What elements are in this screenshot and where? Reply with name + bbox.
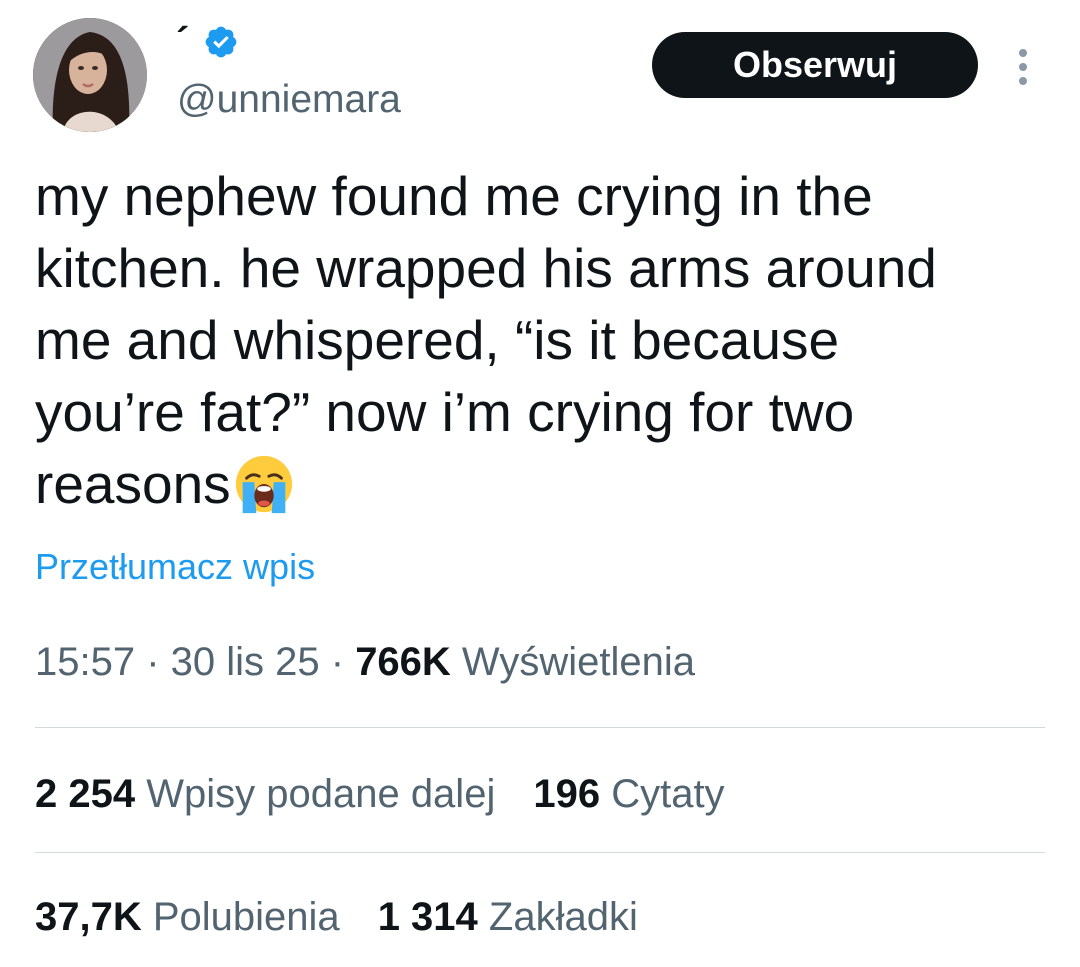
follow-button[interactable]: Obserwuj [652,32,978,98]
quotes-label: Cytaty [600,772,725,816]
reposts-stat[interactable]: 2 254 Wpisy podane dalej [35,772,495,817]
tweet-line: my nephew found me crying in the [35,165,873,227]
loudly-crying-face-emoji [233,453,295,515]
tweet-date[interactable]: 30 lis 25 [171,640,320,684]
likes-count: 37,7K [35,895,142,939]
stats-row-likes: 37,7K Polubienia 1 314 Zakładki [35,895,638,940]
author-name-row: ´ [176,22,239,62]
views-count: 766K [355,640,451,684]
tweet-line: me and whispered, “is it because [35,309,840,371]
tweet-line: kitchen. he wrapped his arms around [35,237,937,299]
views-label: Wyświetlenia [450,640,695,684]
divider [35,727,1045,728]
meta-separator: · [135,640,171,684]
likes-label: Polubienia [141,895,340,939]
tweet-meta: 15:57 · 30 lis 25 · 766K Wyświetlenia [35,640,695,685]
quotes-count: 196 [533,772,601,816]
tweet-time[interactable]: 15:57 [35,640,135,684]
translate-link[interactable]: Przetłumacz wpis [35,546,315,588]
bookmarks-stat[interactable]: 1 314 Zakładki [378,895,638,940]
stats-row-reposts: 2 254 Wpisy podane dalej 196 Cytaty [35,772,725,817]
reposts-count: 2 254 [35,772,136,816]
tweet-line: reasons [35,453,231,515]
verified-badge-icon [203,24,239,60]
avatar[interactable] [33,18,147,132]
tweet-line: you’re fat?” now i’m crying for two [35,381,855,443]
quotes-stat[interactable]: 196 Cytaty [533,772,724,817]
author-handle[interactable]: @unniemara [177,78,401,122]
reposts-label: Wpisy podane dalej [135,772,496,816]
display-name[interactable]: ´ [176,22,189,62]
meta-separator: · [319,640,356,684]
divider [35,852,1045,853]
likes-stat[interactable]: 37,7K Polubienia [35,895,340,940]
bookmarks-count: 1 314 [377,895,478,939]
tweet-text: my nephew found me crying in the kitchen… [35,160,1045,520]
bookmarks-label: Zakładki [477,895,638,939]
more-vertical-icon[interactable] [1006,42,1040,92]
tweet-line-last: reasons [35,448,1045,520]
